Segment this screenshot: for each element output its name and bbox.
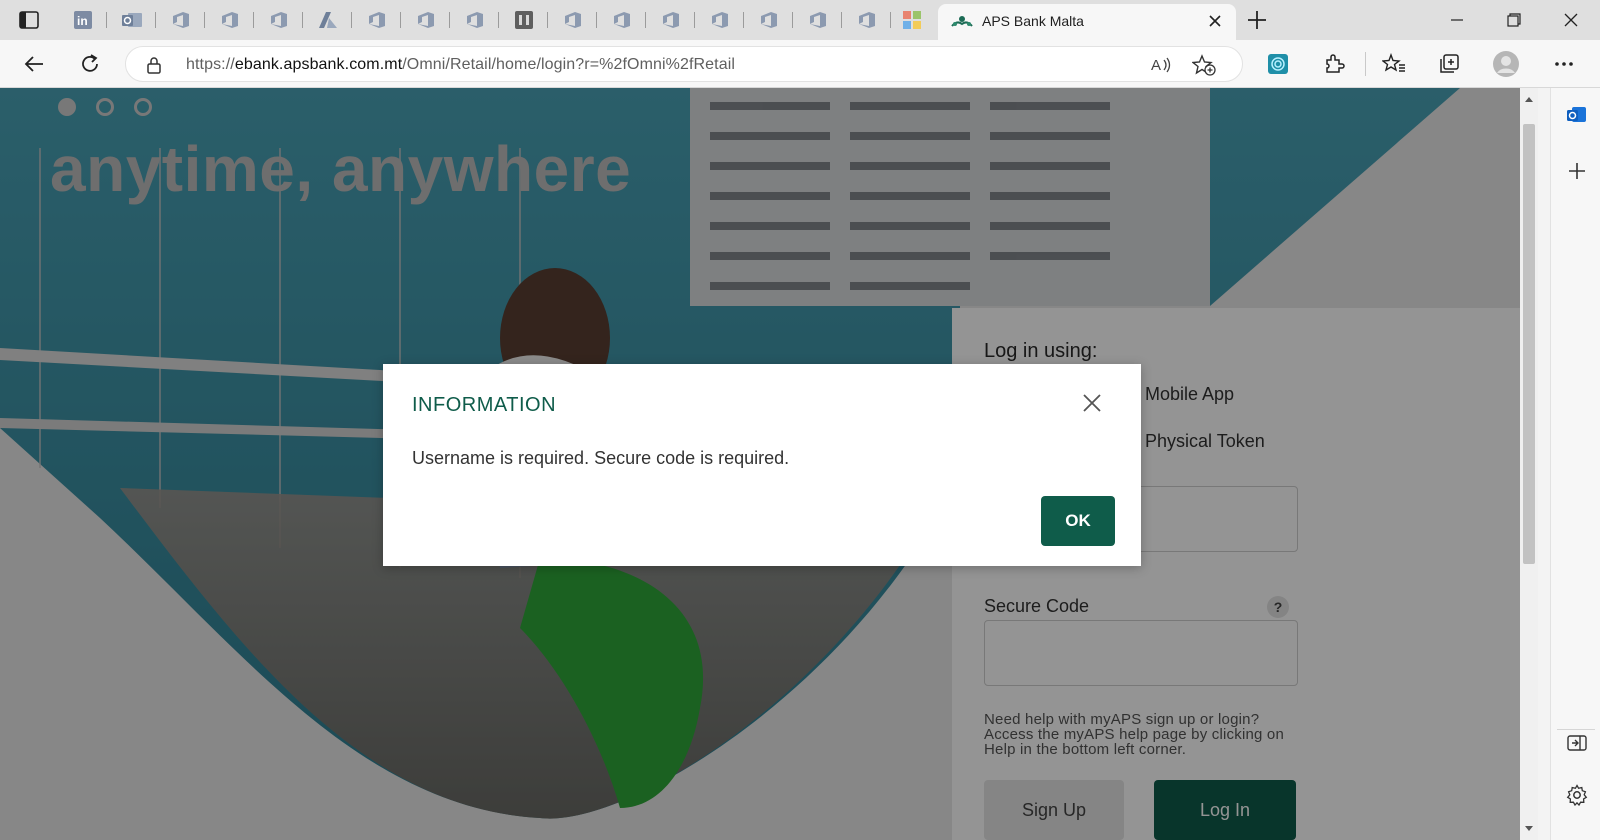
toolbar-separator xyxy=(1365,52,1366,76)
settings-gear-icon[interactable] xyxy=(1564,782,1590,808)
add-sidebar-item-icon[interactable] xyxy=(1564,158,1590,184)
refresh-icon[interactable] xyxy=(75,50,105,78)
favorites-icon[interactable] xyxy=(1379,50,1409,78)
url-prefix: https:// xyxy=(186,56,235,73)
extensions-icon[interactable] xyxy=(1319,50,1349,78)
back-icon[interactable] xyxy=(19,50,49,78)
dialog-close-icon[interactable] xyxy=(1081,392,1103,414)
pinned-tab-azure-devops-icon[interactable] xyxy=(605,6,646,34)
tab-actions-icon[interactable] xyxy=(14,8,44,32)
pinned-tab-azure-devops-icon[interactable] xyxy=(409,6,450,34)
pinned-tab-azure-devops-icon[interactable] xyxy=(164,6,205,34)
address-bar[interactable]: https://ebank.apsbank.com.mt/Omni/Retail… xyxy=(125,46,1243,82)
dialog-title: INFORMATION xyxy=(412,394,557,416)
scroll-up-icon[interactable] xyxy=(1524,94,1534,104)
scrollbar-thumb[interactable] xyxy=(1523,124,1535,564)
restore-icon[interactable] xyxy=(1502,8,1526,32)
pinned-tab-microsoft-icon[interactable] xyxy=(895,6,929,34)
pinned-tab-azure-devops-icon[interactable] xyxy=(360,6,401,34)
information-dialog: INFORMATION Username is required. Secure… xyxy=(383,364,1141,566)
edge-sidebar xyxy=(1550,88,1600,840)
pinned-tab-azure-icon[interactable] xyxy=(311,6,352,34)
lock-icon[interactable] xyxy=(146,56,162,74)
pinned-tab-azure-devops-icon[interactable] xyxy=(262,6,303,34)
close-window-icon[interactable] xyxy=(1559,8,1583,32)
pinned-tab-azure-devops-icon[interactable] xyxy=(458,6,499,34)
scroll-down-icon[interactable] xyxy=(1524,824,1534,834)
url-host: ebank.apsbank.com.mt xyxy=(234,56,403,73)
page-scrollbar[interactable] xyxy=(1520,88,1538,840)
pinned-tab-azure-devops-icon[interactable] xyxy=(654,6,695,34)
minimize-icon[interactable] xyxy=(1445,8,1469,32)
svg-text:in: in xyxy=(77,14,88,28)
svg-text:A: A xyxy=(1151,57,1161,74)
tab-aps-bank[interactable]: APS Bank Malta xyxy=(938,4,1236,40)
browser-toolbar: https://ebank.apsbank.com.mt/Omni/Retail… xyxy=(0,40,1600,88)
ok-button[interactable]: OK xyxy=(1041,496,1115,546)
tab-title: APS Bank Malta xyxy=(982,13,1084,29)
more-options-icon[interactable] xyxy=(1549,50,1579,78)
read-aloud-icon[interactable]: A xyxy=(1149,54,1173,76)
dialog-message: Username is required. Secure code is req… xyxy=(412,448,790,468)
aps-bank-logo-icon xyxy=(950,12,974,32)
url-path: /Omni/Retail/home/login?r=%2fOmni%2fReta… xyxy=(402,56,736,73)
profile-avatar-icon[interactable] xyxy=(1491,50,1521,78)
pinned-tab-azure-devops-icon[interactable] xyxy=(850,6,891,34)
outlook-sidebar-icon[interactable] xyxy=(1564,102,1590,128)
pinned-tab-azure-devops-icon[interactable] xyxy=(752,6,793,34)
pinned-tab-linkedin-icon[interactable]: in xyxy=(66,6,107,34)
close-tab-icon[interactable] xyxy=(1208,14,1222,28)
pinned-tab-azure-devops-icon[interactable] xyxy=(556,6,597,34)
new-tab-icon[interactable] xyxy=(1246,9,1268,31)
url-text[interactable]: https://ebank.apsbank.com.mt/Omni/Retail… xyxy=(186,56,735,74)
pinned-tab-app-icon[interactable] xyxy=(507,6,548,34)
add-favorite-icon[interactable] xyxy=(1192,54,1216,76)
pinned-tab-azure-devops-icon[interactable] xyxy=(213,6,254,34)
tab-strip: in APS Bank Malta xyxy=(0,0,1600,40)
pinned-tab-outlook-icon[interactable] xyxy=(115,6,156,34)
pinned-tab-azure-devops-icon[interactable] xyxy=(801,6,842,34)
collections-icon[interactable] xyxy=(1434,50,1464,78)
extension-green-icon[interactable] xyxy=(1263,50,1293,78)
hide-sidebar-icon[interactable] xyxy=(1564,730,1590,756)
pinned-tab-azure-devops-icon[interactable] xyxy=(703,6,744,34)
